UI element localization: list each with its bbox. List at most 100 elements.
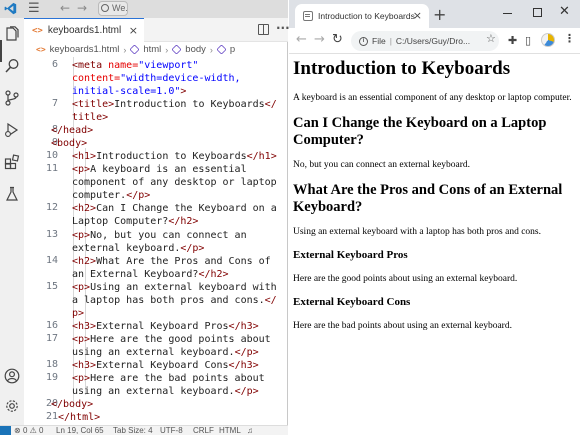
search-icon <box>101 4 109 12</box>
forward-arrow-icon[interactable]: → <box>77 1 87 15</box>
breadcrumb-body[interactable]: body <box>185 44 206 55</box>
run-debug-icon[interactable] <box>4 122 20 138</box>
code-line[interactable]: 18 <h3>External Keyboard Cons</h3> <box>24 359 288 372</box>
code-token: External Keyboard Pros <box>96 320 229 332</box>
code-line[interactable]: p> <box>24 307 288 320</box>
code-line[interactable]: 12 <h2>Can I Change the Keyboard on a <box>24 202 288 215</box>
code-line[interactable]: 10 <h1>Introduction to Keyboards</h1> <box>24 150 288 163</box>
close-icon[interactable]: × <box>413 9 422 22</box>
code-line[interactable]: using an external keyboard.</p> <box>24 385 288 398</box>
problems-status[interactable]: ⊗ 0 ⚠ 0 <box>14 426 43 435</box>
code-line[interactable]: computer.</p> <box>24 189 288 202</box>
close-icon[interactable]: × <box>129 24 138 37</box>
code-line[interactable]: 13 <p>No, but you can connect an <box>24 229 288 242</box>
sidebar-panel-icon[interactable]: ▯ <box>525 34 531 47</box>
code-line[interactable]: 7 <title>Introduction to Keyboards</ <box>24 98 288 111</box>
code-token: Using an external keyboard with <box>90 281 277 293</box>
code-token: <p> <box>72 164 91 176</box>
editor-tab-keyboards1[interactable]: <> keyboards1.html × <box>24 18 144 42</box>
code-line[interactable]: 15 <p>Using an external keyboard with <box>24 281 288 294</box>
code-token: computer. <box>72 190 127 202</box>
code-token: title> <box>72 112 109 124</box>
bookmark-star-icon[interactable]: ☆ <box>486 32 496 45</box>
accounts-icon[interactable] <box>4 368 20 384</box>
page-heading-h2: Can I Change the Keyboard on a Laptop Co… <box>293 115 547 148</box>
breadcrumb: <> keyboards1.html › html › body › p <box>24 42 288 57</box>
code-line[interactable]: 16 <h3>External Keyboard Pros</h3> <box>24 320 288 333</box>
code-token: </p> <box>180 242 205 254</box>
code-line[interactable]: 19 <p>Here are the bad points about <box>24 372 288 385</box>
code-text: <h3>External Keyboard Pros</h3> <box>72 320 259 333</box>
cursor-position[interactable]: Ln 19, Col 65 <box>56 426 104 435</box>
code-line[interactable]: external keyboard.</p> <box>24 242 288 255</box>
code-token: </h2> <box>168 216 199 228</box>
line-number: 13 <box>45 228 58 240</box>
code-line[interactable]: an External Keyboard?</h2> <box>24 268 288 281</box>
code-line[interactable]: title> <box>24 111 288 124</box>
breadcrumb-html[interactable]: html <box>143 44 161 55</box>
code-line[interactable]: 17 <p>Here are the good points about <box>24 333 288 346</box>
profile-avatar-icon[interactable] <box>541 33 555 47</box>
code-line[interactable]: 21 </html> <box>24 411 288 424</box>
code-line[interactable]: content="width=device-width, <box>24 72 288 85</box>
notifications-bell-icon[interactable]: ♫ <box>247 426 253 435</box>
code-text: <h3>External Keyboard Cons</h3> <box>72 359 259 372</box>
split-editor-icon[interactable] <box>258 24 269 35</box>
tab-size[interactable]: Tab Size: 4 <box>113 426 153 435</box>
address-bar[interactable]: i File | C:/Users/Guy/Dro... <box>351 31 499 51</box>
code-line[interactable]: 11 <p>A keyboard is an essential <box>24 163 288 176</box>
search-icon[interactable] <box>4 58 20 74</box>
menu-hamburger-icon[interactable]: ☰ <box>28 2 40 16</box>
explorer-icon[interactable] <box>4 26 20 42</box>
code-line[interactable]: component of any desktop or laptop <box>24 176 288 189</box>
reload-icon[interactable]: ↻ <box>332 33 343 47</box>
code-line[interactable]: using an external keyboard.</p> <box>24 346 288 359</box>
code-editor[interactable]: 6 <meta name="viewport" content="width=dev… <box>24 57 288 425</box>
code-token: </body> <box>51 399 94 411</box>
remote-indicator[interactable] <box>0 426 11 435</box>
code-text: <body> <box>51 137 87 150</box>
browser-tab[interactable]: Introduction to Keyboards × <box>295 4 429 28</box>
site-info-icon[interactable]: i <box>359 36 368 46</box>
breadcrumb-p[interactable]: p <box>230 44 235 55</box>
code-line[interactable]: 6 <meta name="viewport" <box>24 59 288 72</box>
browser-tab-title: Introduction to Keyboards <box>318 11 415 21</box>
code-line[interactable]: 14 <h2>What Are the Pros and Cons of <box>24 255 288 268</box>
line-ending[interactable]: CRLF <box>193 426 214 435</box>
code-line[interactable]: 9 <body> <box>24 137 288 150</box>
code-text: <p>A keyboard is an essential <box>72 163 247 176</box>
more-actions-icon[interactable]: ··· <box>276 21 290 35</box>
source-control-icon[interactable] <box>4 90 20 106</box>
error-icon: ⊗ <box>14 426 21 435</box>
testing-icon[interactable] <box>4 186 20 202</box>
extensions-puzzle-icon[interactable]: ✚ <box>508 34 517 47</box>
manage-gear-icon[interactable] <box>4 398 20 414</box>
maximize-icon[interactable] <box>533 8 542 17</box>
more-menu-icon[interactable]: ⋮ <box>564 33 575 45</box>
encoding[interactable]: UTF-8 <box>160 426 183 435</box>
code-token: </ <box>264 99 277 111</box>
window-close-icon[interactable]: ✕ <box>559 4 570 19</box>
extensions-icon[interactable] <box>4 154 20 170</box>
back-arrow-icon[interactable]: ← <box>60 1 70 15</box>
code-token: </ <box>264 294 277 306</box>
code-line[interactable]: Laptop Computer?</h2> <box>24 215 288 228</box>
language-mode[interactable]: HTML <box>219 426 241 435</box>
code-line[interactable]: initial-scale=1.0"> <box>24 85 288 98</box>
forward-arrow-icon[interactable]: → <box>314 33 325 47</box>
code-line[interactable]: a laptop has both pros and cons.</ <box>24 294 288 307</box>
command-center-search[interactable]: We... <box>98 1 128 16</box>
new-tab-plus-icon[interactable]: + <box>433 5 446 24</box>
breadcrumb-file[interactable]: keyboards1.html <box>50 44 120 55</box>
code-line[interactable]: 20 </body> <box>24 398 288 411</box>
code-token: using an external keyboard. <box>72 386 235 397</box>
back-arrow-icon[interactable]: ← <box>296 33 307 47</box>
code-token: <title> <box>72 99 115 111</box>
code-text: </html> <box>58 411 100 424</box>
code-line[interactable]: 8 </head> <box>24 124 288 137</box>
line-number: 10 <box>45 150 58 162</box>
code-text: <title>Introduction to Keyboards</ <box>72 98 277 111</box>
document-favicon-icon <box>303 11 313 21</box>
minimize-icon[interactable] <box>503 13 512 14</box>
line-number: 16 <box>45 319 58 331</box>
